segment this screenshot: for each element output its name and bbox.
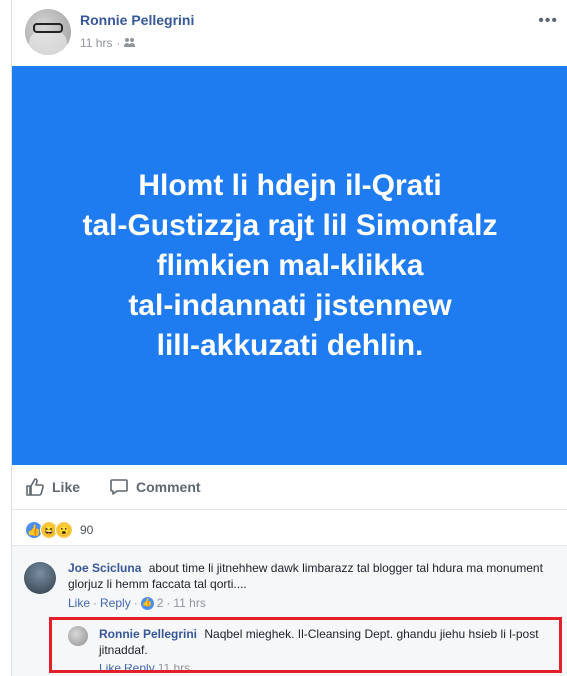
footer-separator: ·	[93, 596, 98, 610]
friends-audience-icon[interactable]	[124, 38, 136, 48]
post-author-name[interactable]: Ronnie Pellegrini	[80, 12, 194, 28]
post-actions-bar: Like Comment	[12, 465, 567, 510]
post-header: Ronnie Pellegrini 11 hrs · •••	[12, 0, 567, 66]
comment-footer: Like · Reply · 👍 2 · 11 hrs	[68, 595, 548, 611]
wow-reaction-icon: 😮	[55, 521, 73, 539]
post-meta: 11 hrs ·	[80, 36, 136, 50]
meta-separator: ·	[116, 36, 121, 50]
commenter-avatar[interactable]	[24, 562, 56, 594]
avatar-hair	[29, 31, 67, 55]
commenter-name[interactable]: Joe Scicluna	[68, 561, 141, 575]
post-time[interactable]: 11 hrs	[80, 36, 112, 50]
footer-separator: ·	[166, 596, 171, 610]
comment-bubble-icon	[110, 479, 128, 495]
highlight-box	[49, 617, 562, 673]
reaction-count: 90	[80, 523, 94, 537]
comment-body: Joe Scicluna about time li jitnehhew daw…	[68, 560, 548, 611]
more-options-icon[interactable]: •••	[538, 12, 558, 30]
comment-like-link[interactable]: Like	[68, 595, 90, 611]
author-avatar[interactable]	[25, 9, 71, 55]
thumbs-up-icon	[26, 478, 44, 496]
like-label: Like	[52, 479, 81, 495]
like-button[interactable]: Like	[25, 477, 80, 497]
post-card: Ronnie Pellegrini 11 hrs · ••• Hlomt li …	[11, 0, 567, 676]
comment-like-count[interactable]: 2	[157, 595, 164, 611]
comment-time[interactable]: 11 hrs	[173, 595, 205, 611]
footer-separator: ·	[133, 596, 138, 610]
comment-like-count-icon: 👍	[140, 596, 154, 610]
comment-label: Comment	[136, 479, 201, 495]
avatar-glasses	[33, 23, 63, 33]
banner-text: Hlomt li hdejn il-Qrati tal-Gustizzja ra…	[82, 168, 498, 362]
comment-reply-link[interactable]: Reply	[100, 595, 131, 611]
post-text-banner: Hlomt li hdejn il-Qrati tal-Gustizzja ra…	[12, 66, 567, 465]
comment-button[interactable]: Comment	[109, 477, 201, 497]
reactions-summary[interactable]: 👍 😆 😮 90	[12, 515, 93, 545]
